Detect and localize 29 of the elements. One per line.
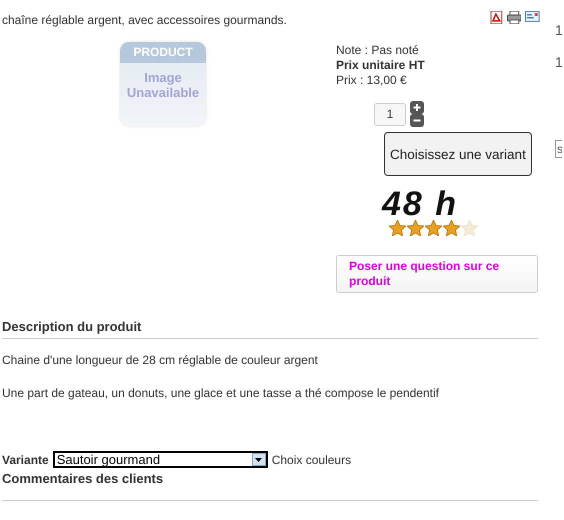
sidebar-text: 1 <box>555 54 562 70</box>
product-summary: chaîne réglable argent, avec accessoires gourmands. <box>2 12 287 29</box>
variant-dropdown[interactable]: Sautoir gourmand <box>52 451 268 468</box>
caret-icon <box>255 458 262 462</box>
minus-icon[interactable] <box>410 114 424 127</box>
quantity-field[interactable]: 1 <box>374 102 406 126</box>
choose-variant-button[interactable]: Choisissez une variant <box>384 132 532 176</box>
variant-note: Choix couleurs <box>272 452 352 468</box>
section-heading: Description du produit <box>2 317 538 338</box>
star-icon <box>389 220 406 236</box>
star-icon <box>443 220 460 236</box>
placeholder-banner: PRODUCT <box>120 42 206 63</box>
price-label: Prix unitaire HT <box>336 58 426 73</box>
star-icon <box>425 220 442 236</box>
sidebar-text: 1 <box>555 22 562 38</box>
pdf-icon[interactable] <box>490 11 503 24</box>
rating-note: Note : Pas noté <box>336 43 420 58</box>
description-text: Chaine d'une longueur de 28 cm réglable de couleur argent <box>2 352 319 368</box>
ask-question-button[interactable]: Poser une question sur ce produit <box>336 255 538 293</box>
plus-icon[interactable] <box>410 101 424 114</box>
placeholder-text: Image Unavailable <box>126 70 200 100</box>
section-heading: Commentaires des clients <box>2 468 538 501</box>
print-icon[interactable] <box>506 11 522 24</box>
star-icon <box>407 220 424 236</box>
email-icon[interactable] <box>525 11 540 22</box>
delivery-time-logo: 48 h <box>382 188 460 220</box>
price: Prix : 13,00 € <box>336 73 408 88</box>
description-text: Une part de gateau, un donuts, une glace et une tasse a thé compose le pendentif <box>2 384 440 402</box>
variant-label: Variante <box>2 452 49 468</box>
